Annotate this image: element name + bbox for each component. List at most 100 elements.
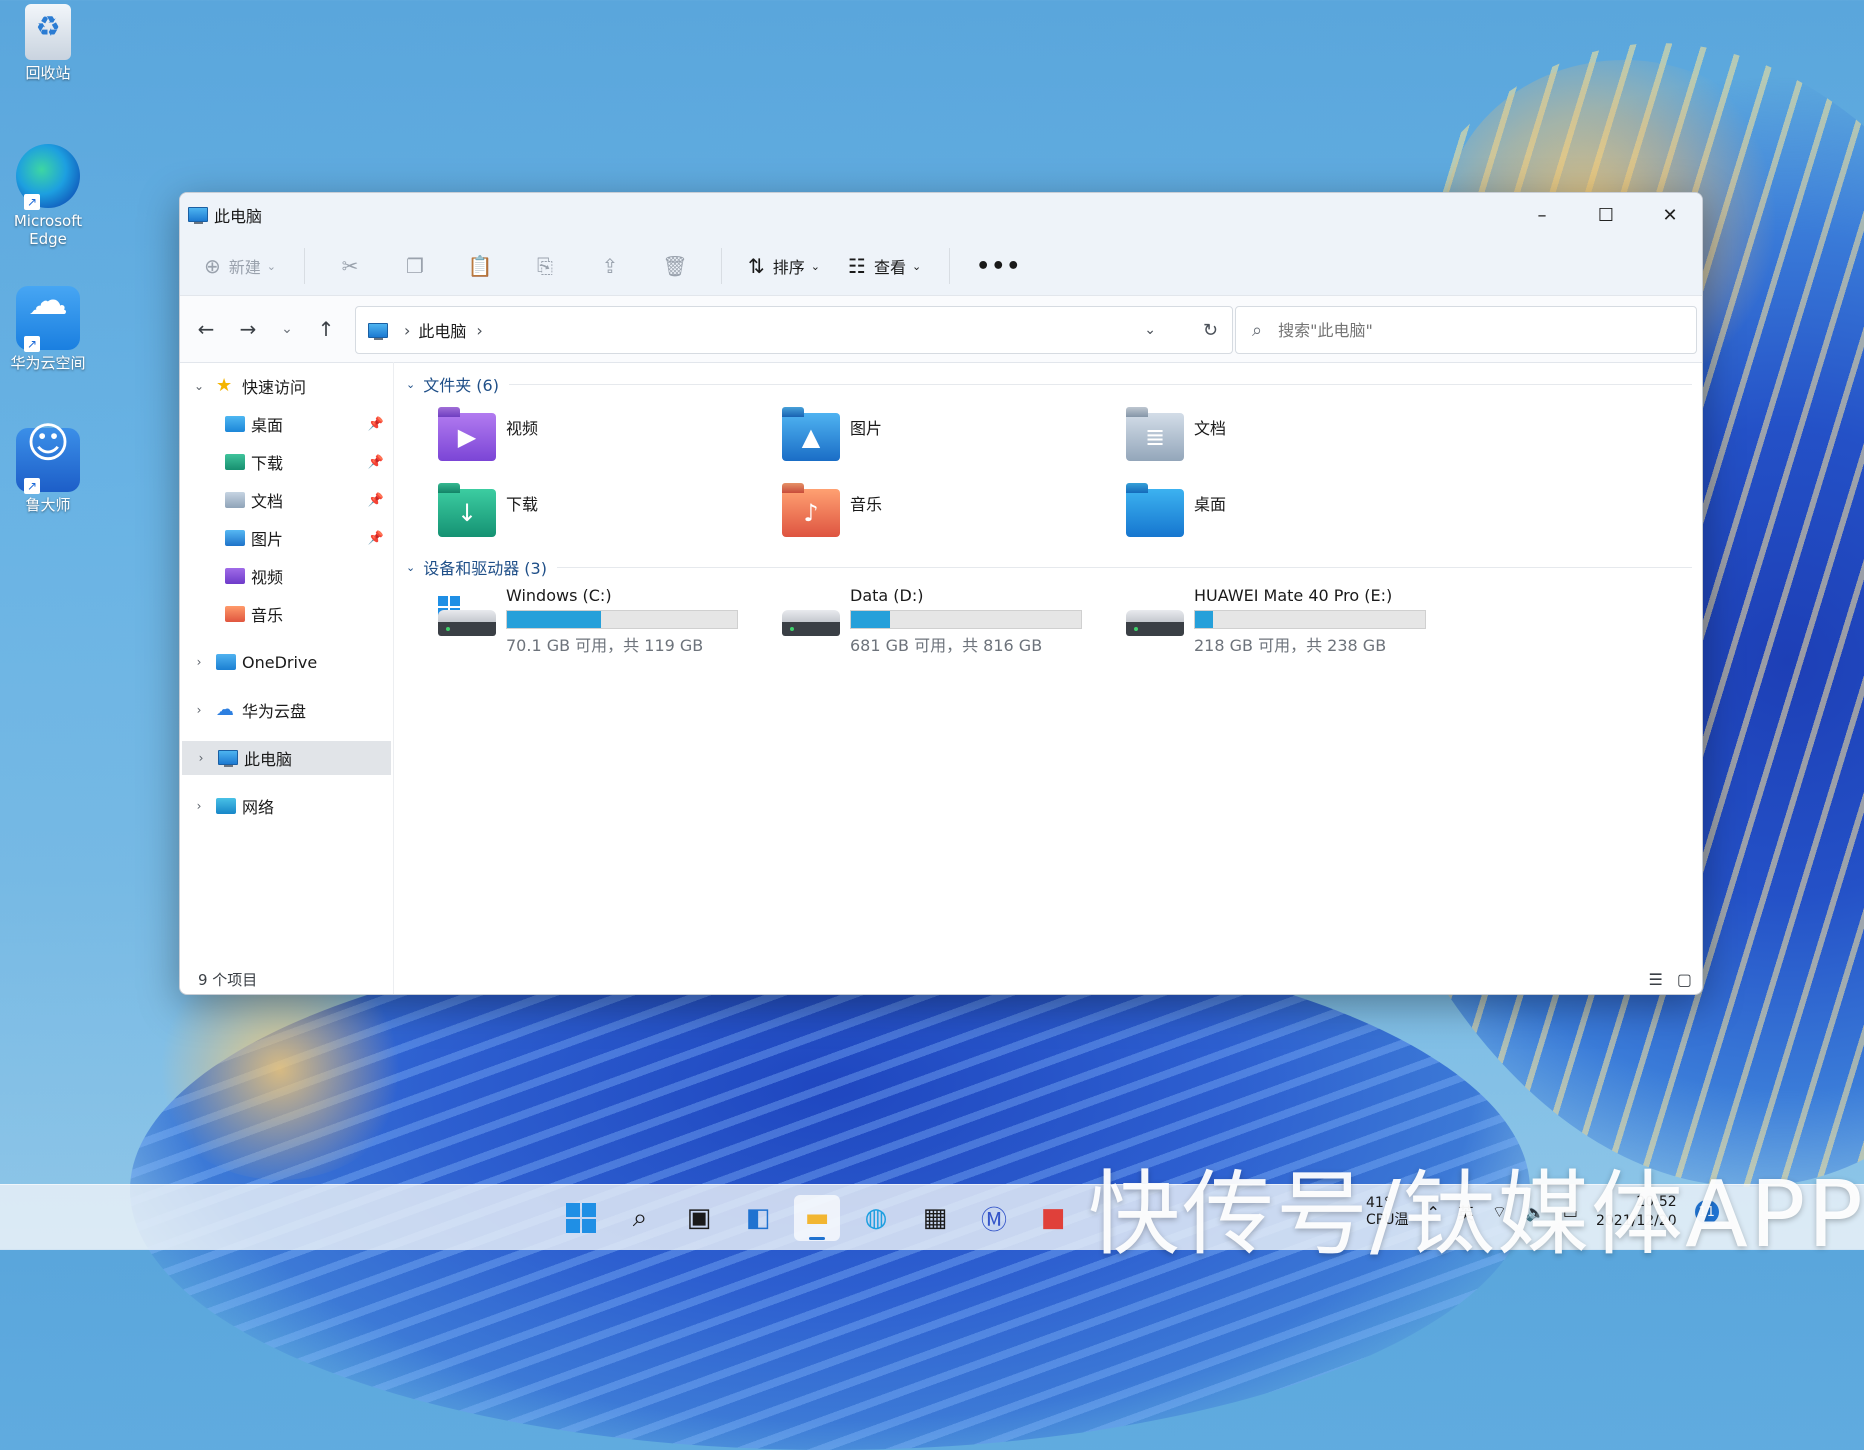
sort-arrows-icon: ⇅ <box>748 254 765 278</box>
huawei-appgallery-taskbar-button[interactable]: ■ <box>1030 1195 1076 1241</box>
up-arrow-icon[interactable]: ↑ <box>305 317 347 341</box>
drive-usage-fill <box>851 611 891 628</box>
group-divider <box>508 383 1692 385</box>
task-view-button[interactable]: ▣ <box>676 1195 722 1241</box>
folder-tile-music[interactable]: ♪ 音乐 <box>782 489 1082 549</box>
pin-icon[interactable]: 📌 <box>368 455 384 470</box>
view-button-label: 查看 <box>873 258 906 277</box>
cut-icon[interactable]: ✂ <box>331 254 369 278</box>
rename-icon[interactable]: ⎘ <box>526 254 564 278</box>
share-icon[interactable]: ⇪ <box>591 254 629 278</box>
documents-folder-icon: ≣ <box>1126 413 1184 461</box>
pictures-folder-icon <box>225 530 245 546</box>
chevron-right-icon[interactable]: › <box>192 655 206 669</box>
nav-item-label: 此电脑 <box>244 750 293 769</box>
drive-usage-bar <box>506 610 738 629</box>
chevron-right-icon[interactable]: › <box>194 751 208 765</box>
chevron-right-icon[interactable]: › <box>192 703 206 717</box>
pin-icon[interactable]: 📌 <box>368 531 384 546</box>
maximize-button[interactable]: ☐ <box>1574 193 1638 237</box>
folder-label: 图片 <box>850 419 883 438</box>
sort-button[interactable]: ⇅ 排序 ⌄ <box>748 254 820 278</box>
desktop-icon-edge[interactable]: ↗ Microsoft Edge <box>6 144 90 248</box>
tiles-view-icon[interactable]: ▢ <box>1677 970 1692 989</box>
search-taskbar-button[interactable]: ⌕ <box>617 1195 663 1241</box>
nav-item-network[interactable]: › 网络 <box>180 789 390 823</box>
nav-item-quick-access[interactable]: ⌄ ★ 快速访问 <box>180 369 390 403</box>
huawei-appgallery-icon: ■ <box>1040 1203 1066 1233</box>
search-box[interactable]: ⌕ <box>1235 306 1697 354</box>
desktop-icon-huawei-cloud[interactable]: ↗ 华为云空间 <box>6 286 90 372</box>
title-bar[interactable]: 此电脑 – ☐ ✕ <box>180 193 1702 237</box>
forward-arrow-icon[interactable]: → <box>227 317 269 341</box>
search-input[interactable] <box>1276 319 1661 341</box>
search-icon: ⌕ <box>1252 319 1263 341</box>
refresh-icon[interactable]: ↻ <box>1203 320 1218 341</box>
pin-icon[interactable]: 📌 <box>368 417 384 432</box>
window-title: 此电脑 <box>214 207 263 226</box>
drive-usage-fill <box>507 611 602 628</box>
chevron-right-icon[interactable]: › <box>192 799 206 813</box>
nav-item-pictures[interactable]: 图片 📌 <box>180 521 390 555</box>
breadcrumb-this-pc[interactable]: 此电脑 <box>418 318 466 342</box>
view-button[interactable]: ☷ 查看 ⌄ <box>848 254 921 278</box>
content-pane: ⌄ 文件夹 (6) ▶ 视频 ▲ 图片 ≣ 文档 ↓ 下载 ♪ 音乐 桌面 ⌄ … <box>394 362 1702 994</box>
start-button[interactable] <box>558 1195 604 1241</box>
nav-item-label: 音乐 <box>251 606 284 625</box>
nav-item-music[interactable]: 音乐 <box>180 597 390 631</box>
drive-tile-c[interactable]: Windows (C:) 70.1 GB 可用，共 119 GB <box>438 586 758 655</box>
widgets-button[interactable]: ◧ <box>735 1195 781 1241</box>
folder-tile-documents[interactable]: ≣ 文档 <box>1126 413 1426 473</box>
chevron-down-icon: ⌄ <box>911 259 922 273</box>
copy-icon[interactable]: ❐ <box>396 254 434 278</box>
drive-tile-e[interactable]: HUAWEI Mate 40 Pro (E:) 218 GB 可用，共 238 … <box>1126 586 1446 655</box>
new-button[interactable]: ⊕ 新建 ⌄ <box>204 254 276 278</box>
desktop-icon-ludashi[interactable]: ↗ 鲁大师 <box>6 428 90 514</box>
folder-label: 桌面 <box>1194 495 1227 514</box>
more-options-button[interactable]: ••• <box>976 254 1021 279</box>
group-header-drives[interactable]: ⌄ 设备和驱动器 (3) <box>406 556 1692 578</box>
chevron-down-icon[interactable]: ⌄ <box>192 379 206 393</box>
nav-item-this-pc[interactable]: › 此电脑 <box>182 741 391 775</box>
nav-item-onedrive[interactable]: › OneDrive <box>180 645 390 679</box>
folder-label: 下载 <box>506 495 539 514</box>
desktop-icon-recycle-bin[interactable]: 回收站 <box>6 4 90 82</box>
drive-usage-fill <box>1195 611 1214 628</box>
folder-icon: ▬ <box>804 1203 830 1233</box>
nav-item-documents[interactable]: 文档 📌 <box>180 483 390 517</box>
close-button[interactable]: ✕ <box>1638 193 1702 237</box>
folder-tile-downloads[interactable]: ↓ 下载 <box>438 489 738 549</box>
edge-taskbar-button[interactable]: ◍ <box>853 1195 899 1241</box>
nav-item-huawei-cloud[interactable]: › ☁ 华为云盘 <box>180 693 390 727</box>
nav-item-desktop[interactable]: 桌面 📌 <box>180 407 390 441</box>
store-taskbar-button[interactable]: ▦ <box>912 1195 958 1241</box>
address-dropdown-icon[interactable]: ⌄ <box>1144 322 1156 338</box>
minimize-button[interactable]: – <box>1510 193 1574 237</box>
nav-item-videos[interactable]: 视频 <box>180 559 390 593</box>
folder-tile-pictures[interactable]: ▲ 图片 <box>782 413 1082 473</box>
toolbar-divider <box>304 248 305 284</box>
edge-icon: ◍ <box>864 1203 888 1233</box>
paste-icon[interactable]: 📋 <box>461 254 499 278</box>
recent-locations-chevron-icon[interactable]: ⌄ <box>269 321 305 337</box>
delete-icon[interactable]: 🗑 <box>656 254 694 278</box>
nav-item-downloads[interactable]: 下载 📌 <box>180 445 390 479</box>
downloads-folder-icon <box>225 454 245 470</box>
folder-label: 音乐 <box>850 495 883 514</box>
pictures-folder-icon: ▲ <box>782 413 840 461</box>
mail-taskbar-button[interactable]: Ⓜ <box>971 1195 1017 1241</box>
folder-tile-videos[interactable]: ▶ 视频 <box>438 413 738 473</box>
drive-free-space: 218 GB 可用，共 238 GB <box>1194 636 1387 655</box>
breadcrumb-separator-icon[interactable]: › <box>476 321 482 340</box>
back-arrow-icon[interactable]: ← <box>185 317 227 341</box>
toolbar-divider <box>721 248 722 284</box>
file-explorer-taskbar-button[interactable]: ▬ <box>794 1195 840 1241</box>
folder-tile-desktop[interactable]: 桌面 <box>1126 489 1426 549</box>
group-header-folders[interactable]: ⌄ 文件夹 (6) <box>406 373 1692 395</box>
recycle-bin-icon <box>25 4 71 60</box>
pin-icon[interactable]: 📌 <box>368 493 384 508</box>
details-view-icon[interactable]: ☰ <box>1649 970 1663 989</box>
drive-tile-d[interactable]: Data (D:) 681 GB 可用，共 816 GB <box>782 586 1102 655</box>
task-view-icon: ▣ <box>686 1203 712 1233</box>
address-bar[interactable]: › 此电脑 › ⌄ ↻ <box>355 306 1233 354</box>
